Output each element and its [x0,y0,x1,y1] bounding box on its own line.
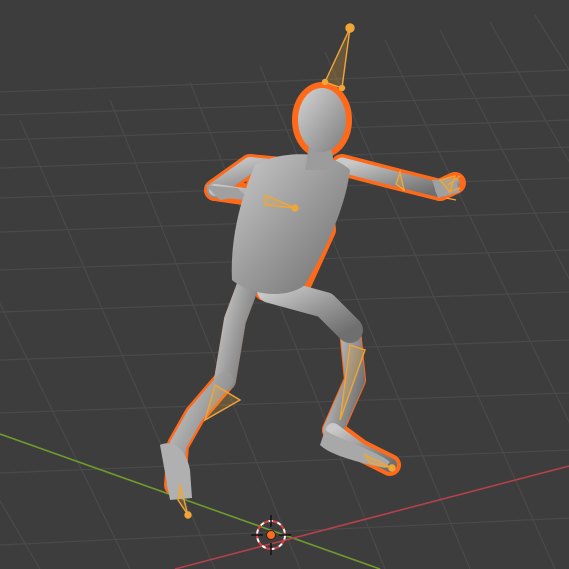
3d-cursor-icon[interactable] [251,515,291,555]
head [298,88,346,152]
viewport-canvas[interactable] [0,0,569,569]
y-axis-line [0,433,381,569]
3d-viewport[interactable] [0,0,569,569]
